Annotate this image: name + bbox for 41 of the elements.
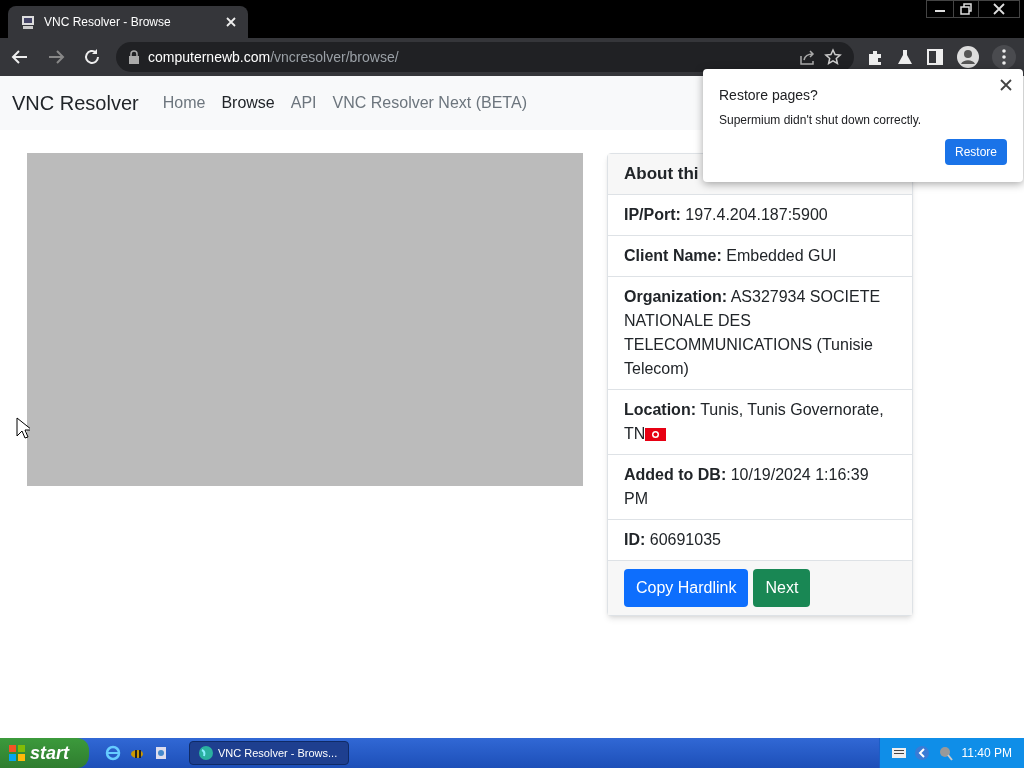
clock-text: 11:40 PM: [961, 745, 1012, 762]
taskbar-button[interactable]: VNC Resolver - Brows...: [189, 741, 349, 765]
nav-link[interactable]: VNC Resolver Next (BETA): [332, 91, 527, 115]
globe-icon: [198, 745, 214, 761]
dialog-message: Supermium didn't shut down correctly.: [719, 112, 923, 129]
info-text: Location: Tunis, Tunis Governorate, TN: [624, 400, 885, 444]
nav-link[interactable]: API: [290, 91, 317, 115]
nav-link[interactable]: Home: [162, 91, 206, 115]
info-text: Organization: AS327934 SOCIETE NATIONALE DES TELECOMMUNICATIONS (Tunisie Telecom): [624, 287, 882, 379]
action-button[interactable]: Copy Hardlink: [624, 569, 749, 607]
flask-icon[interactable]: [896, 48, 914, 66]
restore-button[interactable]: Restore: [944, 139, 1007, 165]
start-button[interactable]: start: [0, 738, 89, 768]
more-icon[interactable]: [992, 45, 1016, 69]
address-bar[interactable]: computernewb.com/vncresolver/browse/: [116, 42, 854, 72]
url-text: computernewb.com/vncresolver/browse/: [148, 47, 400, 67]
brand-link[interactable]: VNC Resolver: [12, 88, 139, 118]
action-button[interactable]: Next: [753, 569, 811, 607]
document-icon[interactable]: [153, 745, 169, 761]
browser-tab[interactable]: VNC Resolver - Browse: [8, 6, 248, 38]
card-header: About thi: [624, 163, 699, 186]
nav-link[interactable]: Browse: [221, 91, 275, 115]
tab-title: VNC Resolver - Browse: [44, 14, 172, 31]
dialog-title: Restore pages?: [719, 86, 819, 105]
info-text: IP/Port: 197.4.204.187:5900: [624, 205, 829, 225]
info-text: Client Name: Embedded GUI: [624, 246, 838, 266]
profile-icon[interactable]: [956, 45, 980, 69]
computer-icon: [20, 14, 36, 30]
info-text: ID: 60691035: [624, 530, 722, 550]
share-icon[interactable]: [798, 48, 816, 66]
cursor-icon: [16, 417, 30, 439]
lock-icon: [128, 50, 140, 64]
sidebar-icon[interactable]: [926, 48, 944, 66]
star-icon[interactable]: [824, 48, 842, 66]
chevron-icon[interactable]: [913, 745, 930, 761]
close-icon[interactable]: [1000, 79, 1012, 91]
puzzle-icon[interactable]: [866, 48, 884, 66]
info-text: Added to DB: 10/19/2024 1:16:39 PM: [624, 465, 870, 509]
windows-logo-icon: [8, 744, 26, 762]
keyboard-icon[interactable]: [891, 748, 906, 758]
browser-icon[interactable]: [105, 745, 121, 761]
